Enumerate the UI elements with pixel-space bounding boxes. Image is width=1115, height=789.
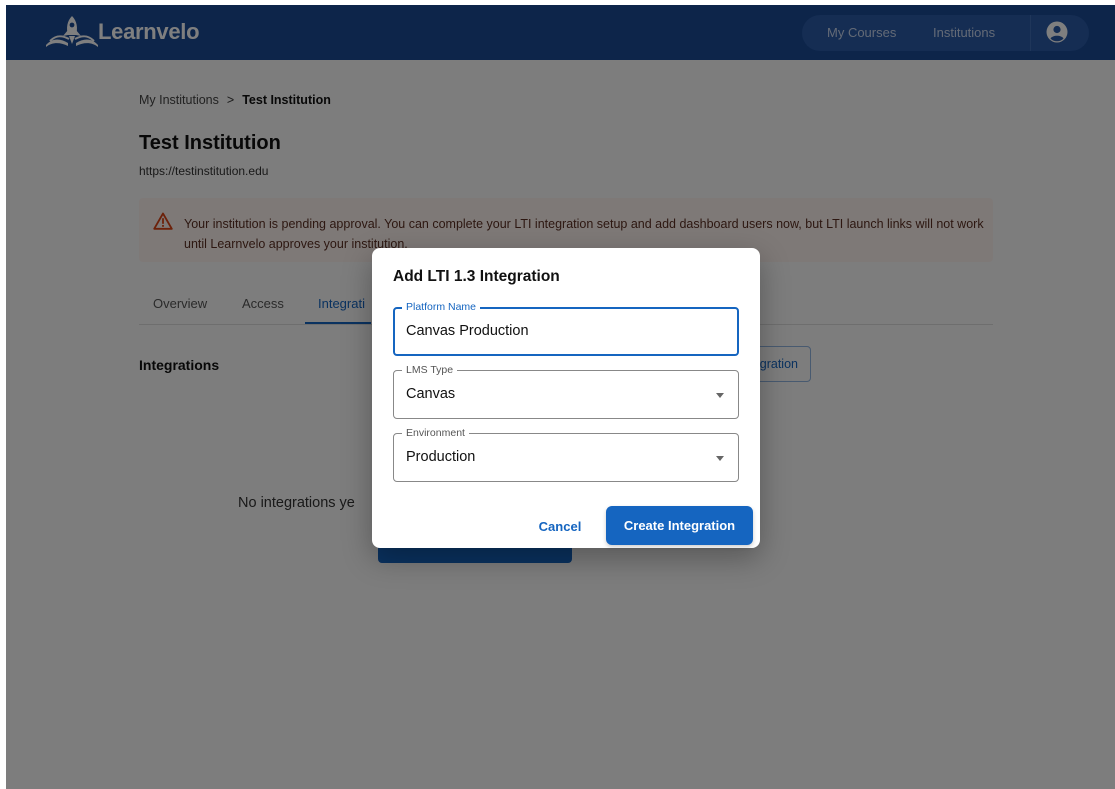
cancel-button[interactable]: Cancel — [528, 510, 592, 542]
create-integration-button[interactable]: Create Integration — [606, 506, 753, 545]
dialog-title: Add LTI 1.3 Integration — [393, 268, 560, 285]
app-window: Learnvelo My Courses Institutions My Ins… — [6, 5, 1115, 789]
chevron-down-icon[interactable] — [716, 393, 724, 398]
platform-name-label: Platform Name — [402, 300, 481, 314]
chevron-down-icon[interactable] — [716, 456, 724, 461]
lms-type-label: LMS Type — [402, 363, 458, 377]
platform-name-input[interactable] — [406, 323, 706, 339]
lms-type-select[interactable]: LMS Type Canvas — [393, 363, 739, 419]
environment-value: Production — [406, 449, 476, 465]
environment-select[interactable]: Environment Production — [393, 426, 739, 482]
platform-name-field[interactable]: Platform Name — [393, 300, 739, 356]
add-integration-dialog: Add LTI 1.3 Integration Platform Name LM… — [372, 248, 760, 548]
lms-type-value: Canvas — [406, 386, 456, 402]
environment-label: Environment — [402, 426, 469, 440]
